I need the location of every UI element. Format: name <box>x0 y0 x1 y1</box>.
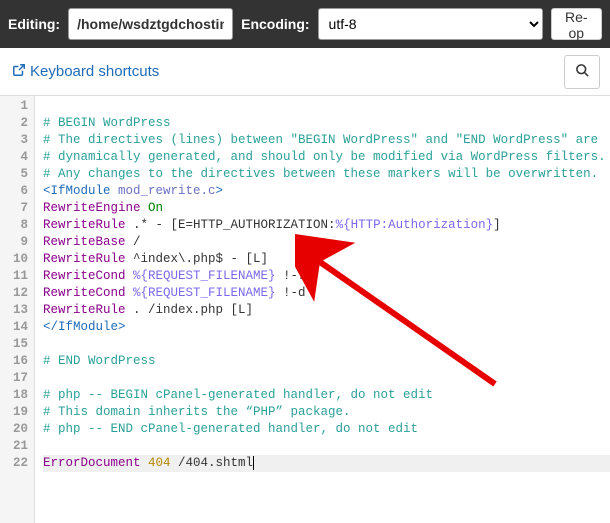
line-number: 6 <box>2 183 28 200</box>
code-line <box>43 370 610 387</box>
code-line <box>43 336 610 353</box>
code-line: # The directives (lines) between "BEGIN … <box>43 132 610 149</box>
line-number: 1 <box>2 98 28 115</box>
keyboard-shortcuts-label: Keyboard shortcuts <box>30 63 159 80</box>
code-area[interactable]: # BEGIN WordPress # The directives (line… <box>35 96 610 523</box>
line-number: 12 <box>2 285 28 302</box>
line-number: 5 <box>2 166 28 183</box>
external-link-icon <box>12 63 26 81</box>
line-number: 19 <box>2 404 28 421</box>
code-line: RewriteRule ^index\.php$ - [L] <box>43 251 610 268</box>
editing-label: Editing: <box>8 16 60 32</box>
code-line: # BEGIN WordPress <box>43 115 610 132</box>
text-cursor <box>253 456 254 470</box>
code-line: # php -- BEGIN cPanel-generated handler,… <box>43 387 610 404</box>
code-line: RewriteRule .* - [E=HTTP_AUTHORIZATION:%… <box>43 217 610 234</box>
code-editor[interactable]: 1 2 3 4 5 6 7 8 9 10 11 12 13 14 15 16 1… <box>0 96 610 523</box>
line-number: 14 <box>2 319 28 336</box>
reopen-button[interactable]: Re-op <box>551 8 602 40</box>
line-number: 13 <box>2 302 28 319</box>
code-line: RewriteBase / <box>43 234 610 251</box>
code-line <box>43 438 610 455</box>
line-number: 20 <box>2 421 28 438</box>
keyboard-shortcuts-link[interactable]: Keyboard shortcuts <box>12 63 159 81</box>
line-number: 7 <box>2 200 28 217</box>
topbar: Editing: Encoding: utf-8 Re-op <box>0 0 610 48</box>
line-number: 17 <box>2 370 28 387</box>
code-line: RewriteRule . /index.php [L] <box>43 302 610 319</box>
line-number: 10 <box>2 251 28 268</box>
line-number: 3 <box>2 132 28 149</box>
code-line: # Any changes to the directives between … <box>43 166 610 183</box>
line-number: 21 <box>2 438 28 455</box>
code-line: # php -- END cPanel-generated handler, d… <box>43 421 610 438</box>
subbar: Keyboard shortcuts <box>0 48 610 96</box>
code-line <box>43 98 610 115</box>
line-number: 22 <box>2 455 28 472</box>
code-line: RewriteCond %{REQUEST_FILENAME} !-f <box>43 268 610 285</box>
line-number: 8 <box>2 217 28 234</box>
line-number: 18 <box>2 387 28 404</box>
code-line: ErrorDocument 404 /404.shtml <box>43 455 610 472</box>
line-number: 2 <box>2 115 28 132</box>
encoding-select[interactable]: utf-8 <box>318 8 543 40</box>
code-line: # This domain inherits the “PHP” package… <box>43 404 610 421</box>
line-number: 16 <box>2 353 28 370</box>
code-line: </IfModule> <box>43 319 610 336</box>
line-number: 4 <box>2 149 28 166</box>
code-line: # END WordPress <box>43 353 610 370</box>
code-line: RewriteCond %{REQUEST_FILENAME} !-d <box>43 285 610 302</box>
line-number: 15 <box>2 336 28 353</box>
line-number: 9 <box>2 234 28 251</box>
search-icon <box>575 63 590 81</box>
search-button[interactable] <box>564 55 600 89</box>
code-line: RewriteEngine On <box>43 200 610 217</box>
line-number-gutter: 1 2 3 4 5 6 7 8 9 10 11 12 13 14 15 16 1… <box>0 96 35 523</box>
file-path-input[interactable] <box>68 8 233 40</box>
encoding-label: Encoding: <box>241 16 309 32</box>
line-number: 11 <box>2 268 28 285</box>
code-line: # dynamically generated, and should only… <box>43 149 610 166</box>
code-line: <IfModule mod_rewrite.c> <box>43 183 610 200</box>
